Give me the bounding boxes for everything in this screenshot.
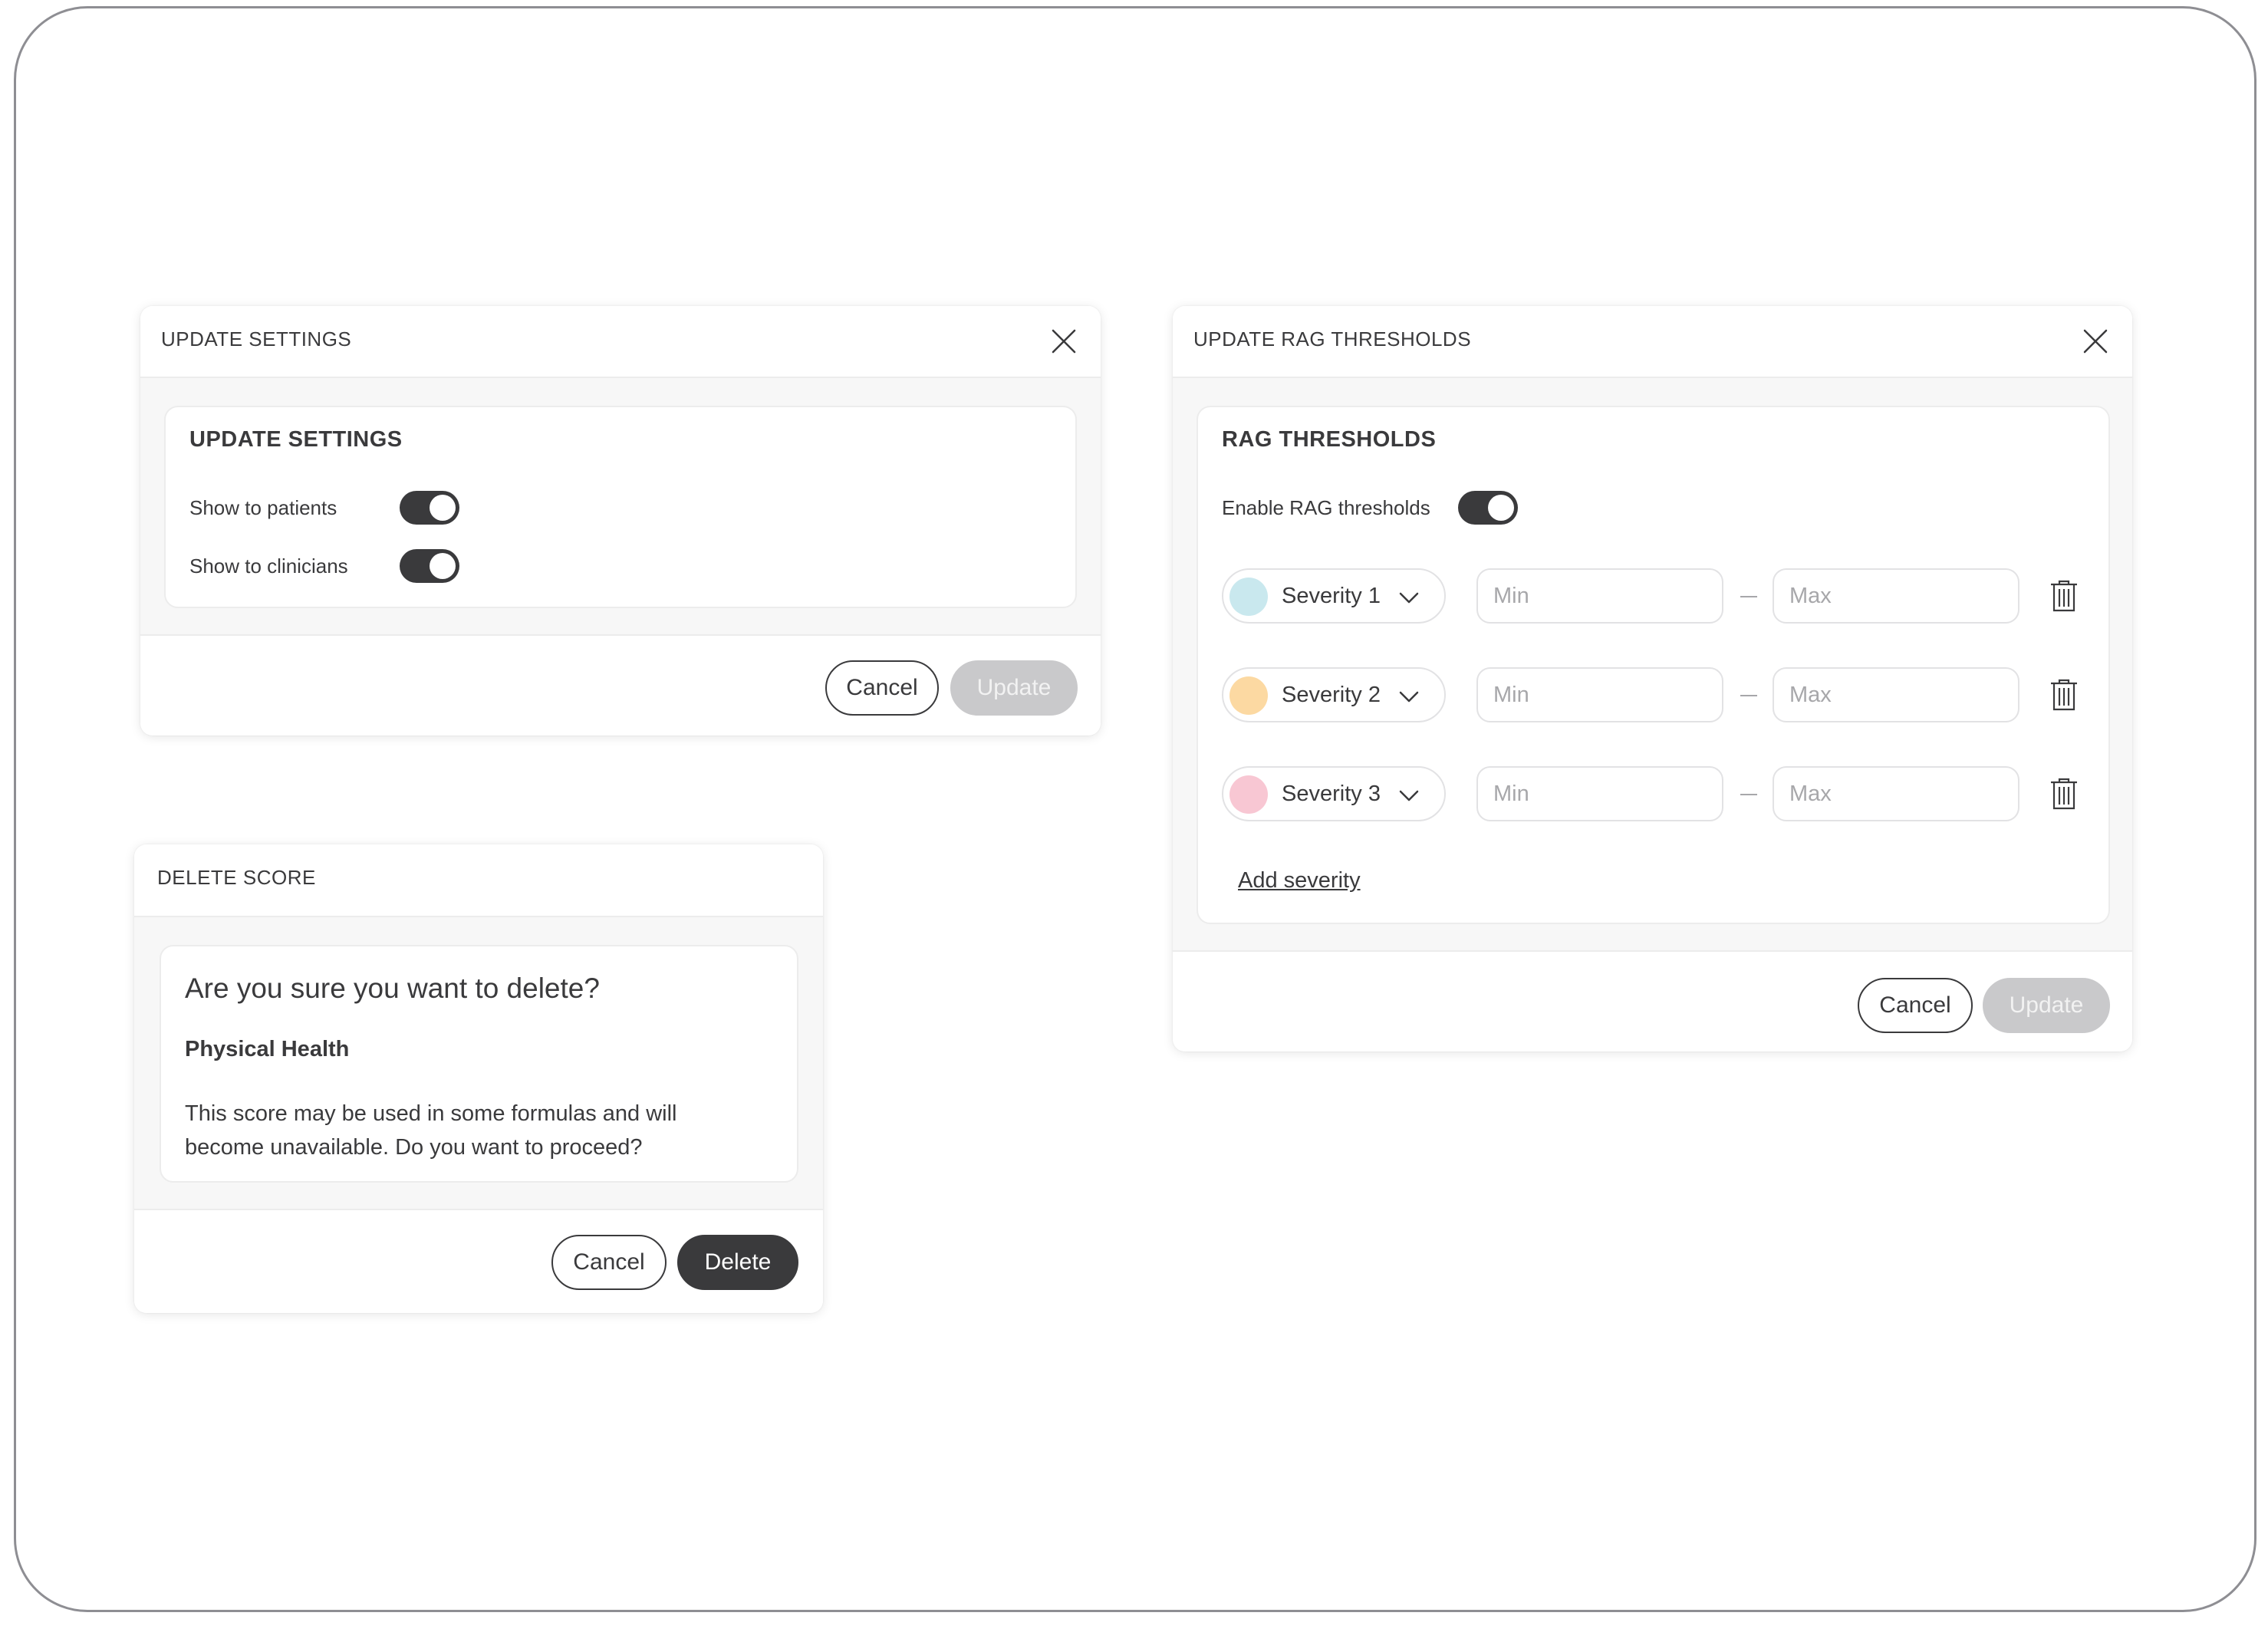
chevron-down-icon xyxy=(1398,686,1420,707)
delete-severity-3-button[interactable] xyxy=(2049,777,2079,811)
show-to-clinicians-toggle[interactable] xyxy=(400,549,459,583)
enable-rag-toggle[interactable] xyxy=(1458,491,1518,525)
toggle-knob xyxy=(1488,495,1514,521)
modal-footer: Cancel Update xyxy=(140,634,1101,736)
card-title: RAG THRESHOLDS xyxy=(1222,427,1437,452)
update-button[interactable]: Update xyxy=(1983,978,2110,1033)
enable-rag-label: Enable RAG thresholds xyxy=(1222,496,1430,519)
score-name: Physical Health xyxy=(185,1037,350,1061)
severity-3-select[interactable]: Severity 3 xyxy=(1222,766,1446,821)
severity-color-dot xyxy=(1229,775,1268,814)
severity-3-min-input[interactable] xyxy=(1476,766,1723,821)
cancel-button[interactable]: Cancel xyxy=(825,660,939,716)
toggle-knob xyxy=(430,495,456,521)
delete-score-modal: DELETE SCORE Are you sure you want to de… xyxy=(134,844,823,1313)
severity-2-min-input[interactable] xyxy=(1476,667,1723,722)
rag-thresholds-card: RAG THRESHOLDS Enable RAG thresholds Sev… xyxy=(1197,406,2110,924)
trash-icon xyxy=(2051,580,2077,612)
severity-1-max-input[interactable] xyxy=(1773,568,2019,624)
show-to-patients-label: Show to patients xyxy=(189,496,337,519)
close-button[interactable] xyxy=(1048,326,1079,357)
severity-label: Severity 1 xyxy=(1282,584,1381,608)
severity-2-max-input[interactable] xyxy=(1773,667,2019,722)
modal-header: UPDATE SETTINGS xyxy=(140,306,1101,378)
delete-severity-2-button[interactable] xyxy=(2049,678,2079,712)
update-button[interactable]: Update xyxy=(950,660,1078,716)
toggle-knob xyxy=(430,553,456,579)
trash-icon xyxy=(2051,679,2077,711)
add-severity-link[interactable]: Add severity xyxy=(1238,868,1361,893)
severity-color-dot xyxy=(1229,578,1268,616)
chevron-down-icon xyxy=(1398,587,1420,608)
range-dash xyxy=(1740,794,1757,795)
delete-button[interactable]: Delete xyxy=(677,1235,798,1290)
modal-footer: Cancel Delete xyxy=(134,1209,823,1313)
severity-1-min-input[interactable] xyxy=(1476,568,1723,624)
modal-header: DELETE SCORE xyxy=(134,844,823,917)
update-rag-thresholds-modal: UPDATE RAG THRESHOLDS RAG THRESHOLDS Ena… xyxy=(1173,306,2132,1051)
settings-card: UPDATE SETTINGS Show to patients Show to… xyxy=(164,406,1077,608)
severity-3-max-input[interactable] xyxy=(1773,766,2019,821)
close-button[interactable] xyxy=(2080,326,2111,357)
delete-question: Are you sure you want to delete? xyxy=(185,972,600,1004)
delete-severity-1-button[interactable] xyxy=(2049,579,2079,613)
close-icon xyxy=(2083,329,2108,354)
range-dash xyxy=(1740,695,1757,696)
cancel-button[interactable]: Cancel xyxy=(551,1235,667,1290)
close-icon xyxy=(1052,329,1076,354)
range-dash xyxy=(1740,596,1757,597)
severity-label: Severity 2 xyxy=(1282,683,1381,707)
chevron-down-icon xyxy=(1398,785,1420,806)
modal-footer: Cancel Update xyxy=(1173,950,2132,1051)
delete-warning-message: This score may be used in some formulas … xyxy=(185,1101,677,1160)
show-to-patients-toggle[interactable] xyxy=(400,491,459,525)
cancel-button[interactable]: Cancel xyxy=(1858,978,1973,1033)
severity-color-dot xyxy=(1229,676,1268,715)
modal-title: DELETE SCORE xyxy=(157,866,316,889)
update-settings-modal: UPDATE SETTINGS UPDATE SETTINGS Show to … xyxy=(140,306,1101,736)
card-title: UPDATE SETTINGS xyxy=(189,427,403,452)
delete-confirm-card: Are you sure you want to delete? Physica… xyxy=(160,945,798,1183)
modal-title: UPDATE SETTINGS xyxy=(161,327,352,350)
severity-2-select[interactable]: Severity 2 xyxy=(1222,667,1446,722)
trash-icon xyxy=(2051,778,2077,810)
severity-label: Severity 3 xyxy=(1282,782,1381,806)
show-to-clinicians-label: Show to clinicians xyxy=(189,555,348,578)
modal-header: UPDATE RAG THRESHOLDS xyxy=(1173,306,2132,378)
modal-title: UPDATE RAG THRESHOLDS xyxy=(1193,327,1472,350)
severity-1-select[interactable]: Severity 1 xyxy=(1222,568,1446,624)
